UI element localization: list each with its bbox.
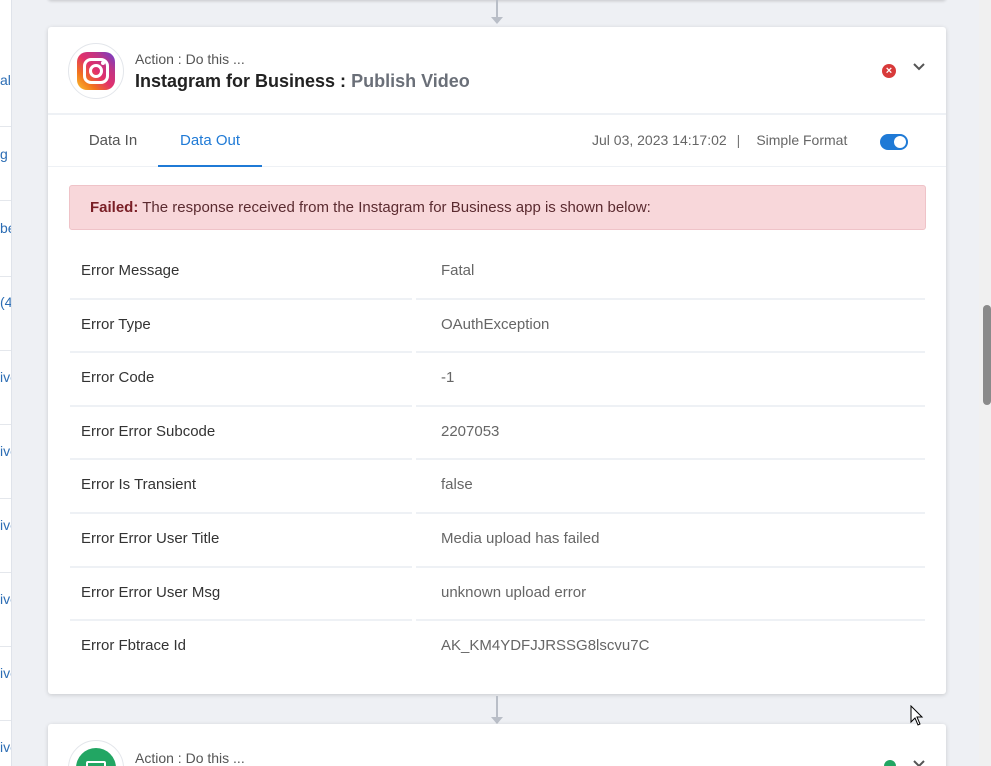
row-value: -1 (416, 353, 925, 407)
divider (0, 646, 11, 647)
response-table: Error Message Fatal Error Type OAuthExce… (70, 246, 925, 675)
response-meta: Jul 03, 2023 14:17:02 | Simple Format (592, 132, 847, 148)
error-status-icon: × (882, 64, 896, 78)
row-value: OAuthException (416, 300, 925, 354)
table-row: Error Code -1 (70, 353, 925, 407)
action-label: Action : Do this ... (135, 750, 245, 766)
table-row: Error Error Subcode 2207053 (70, 407, 925, 461)
sidebar-fragment[interactable]: ive (0, 665, 11, 681)
divider (0, 498, 11, 499)
divider (0, 126, 11, 127)
alert-message: The response received from the Instagram… (142, 199, 651, 216)
table-row: Error Type OAuthException (70, 300, 925, 354)
sidebar-fragment[interactable]: ive (0, 443, 11, 459)
alert-prefix: Failed: (90, 199, 139, 216)
row-key: Error Code (70, 353, 412, 407)
sidebar-fragment[interactable]: ive (0, 591, 11, 607)
meta-separator: | (736, 132, 741, 148)
sidebar-fragment[interactable]: (4 (0, 294, 11, 310)
app-logo (68, 740, 124, 766)
failed-alert: Failed: The response received from the I… (69, 185, 926, 230)
table-row: Error Error User Title Media upload has … (70, 514, 925, 568)
row-value: false (416, 460, 925, 514)
row-key: Error Error Subcode (70, 407, 412, 461)
row-key: Error Is Transient (70, 460, 412, 514)
format-label: Simple Format (756, 132, 848, 148)
row-value: Media upload has failed (416, 514, 925, 568)
sidebar-fragment[interactable]: ive (0, 369, 11, 385)
row-key: Error Fbtrace Id (81, 637, 187, 655)
chevron-down-icon[interactable] (912, 60, 926, 74)
row-key: Error Error User Msg (70, 568, 412, 622)
sidebar-fragment[interactable]: ive (0, 739, 11, 755)
row-value: unknown upload error (416, 568, 925, 622)
row-key: Error Message (70, 246, 412, 300)
simple-format-toggle[interactable] (880, 134, 908, 150)
connector-arrow-icon (491, 717, 503, 724)
table-row: Error Error User Msg unknown upload erro… (70, 568, 925, 622)
app-name: Instagram for Business : (135, 71, 347, 91)
card-header[interactable]: Action : Do this ... Instagram for Busin… (48, 27, 946, 115)
sidebar-fragment[interactable]: be (0, 220, 11, 236)
table-row: Error Fbtrace Id AK_KM4YDFJJRSSG8lscvu7C (70, 621, 925, 675)
step-connector (491, 0, 503, 24)
table-row: Error Is Transient false (70, 460, 925, 514)
connector-arrow-icon (491, 17, 503, 24)
row-key: Error Error User Title (70, 514, 412, 568)
divider (0, 200, 11, 201)
row-value: AK_KM4YDFJJRSSG8lscvu7C (441, 637, 650, 655)
tab-data-out[interactable]: Data Out (158, 115, 262, 167)
table-row: Error Message Fatal (70, 246, 925, 300)
timestamp: Jul 03, 2023 14:17:02 (592, 132, 727, 148)
mouse-cursor-icon (910, 705, 924, 726)
app-logo (68, 43, 124, 99)
chevron-down-icon[interactable] (912, 757, 926, 766)
divider (0, 572, 11, 573)
scrollbar-thumb[interactable] (983, 305, 991, 405)
step-connector (491, 696, 503, 724)
action-step-card: Action : Do this ... Instagram for Busin… (48, 27, 946, 694)
next-action-step-card[interactable]: Action : Do this ... (48, 724, 946, 766)
sidebar-fragment[interactable]: g (0, 146, 8, 162)
action-title: Instagram for Business : Publish Video (135, 71, 470, 92)
action-label: Action : Do this ... (135, 51, 245, 67)
instagram-icon (77, 52, 115, 90)
divider (0, 350, 11, 351)
divider (0, 424, 11, 425)
data-tabs: Data In Data Out Jul 03, 2023 14:17:02 | S… (48, 115, 946, 167)
sidebar-fragment[interactable]: al (0, 72, 11, 88)
row-value: Fatal (416, 246, 925, 300)
row-key: Error Type (70, 300, 412, 354)
success-status-icon (884, 760, 896, 766)
left-sidebar-strip: al g be (4 ive ive ive ive ive ive (0, 0, 12, 766)
tab-data-in[interactable]: Data In (68, 115, 158, 167)
row-value: 2207053 (416, 407, 925, 461)
divider (0, 720, 11, 721)
action-name: Publish Video (351, 71, 470, 91)
sidebar-fragment[interactable]: ive (0, 517, 11, 533)
mail-icon (76, 748, 116, 766)
divider (0, 276, 11, 277)
toggle-knob (894, 136, 906, 148)
